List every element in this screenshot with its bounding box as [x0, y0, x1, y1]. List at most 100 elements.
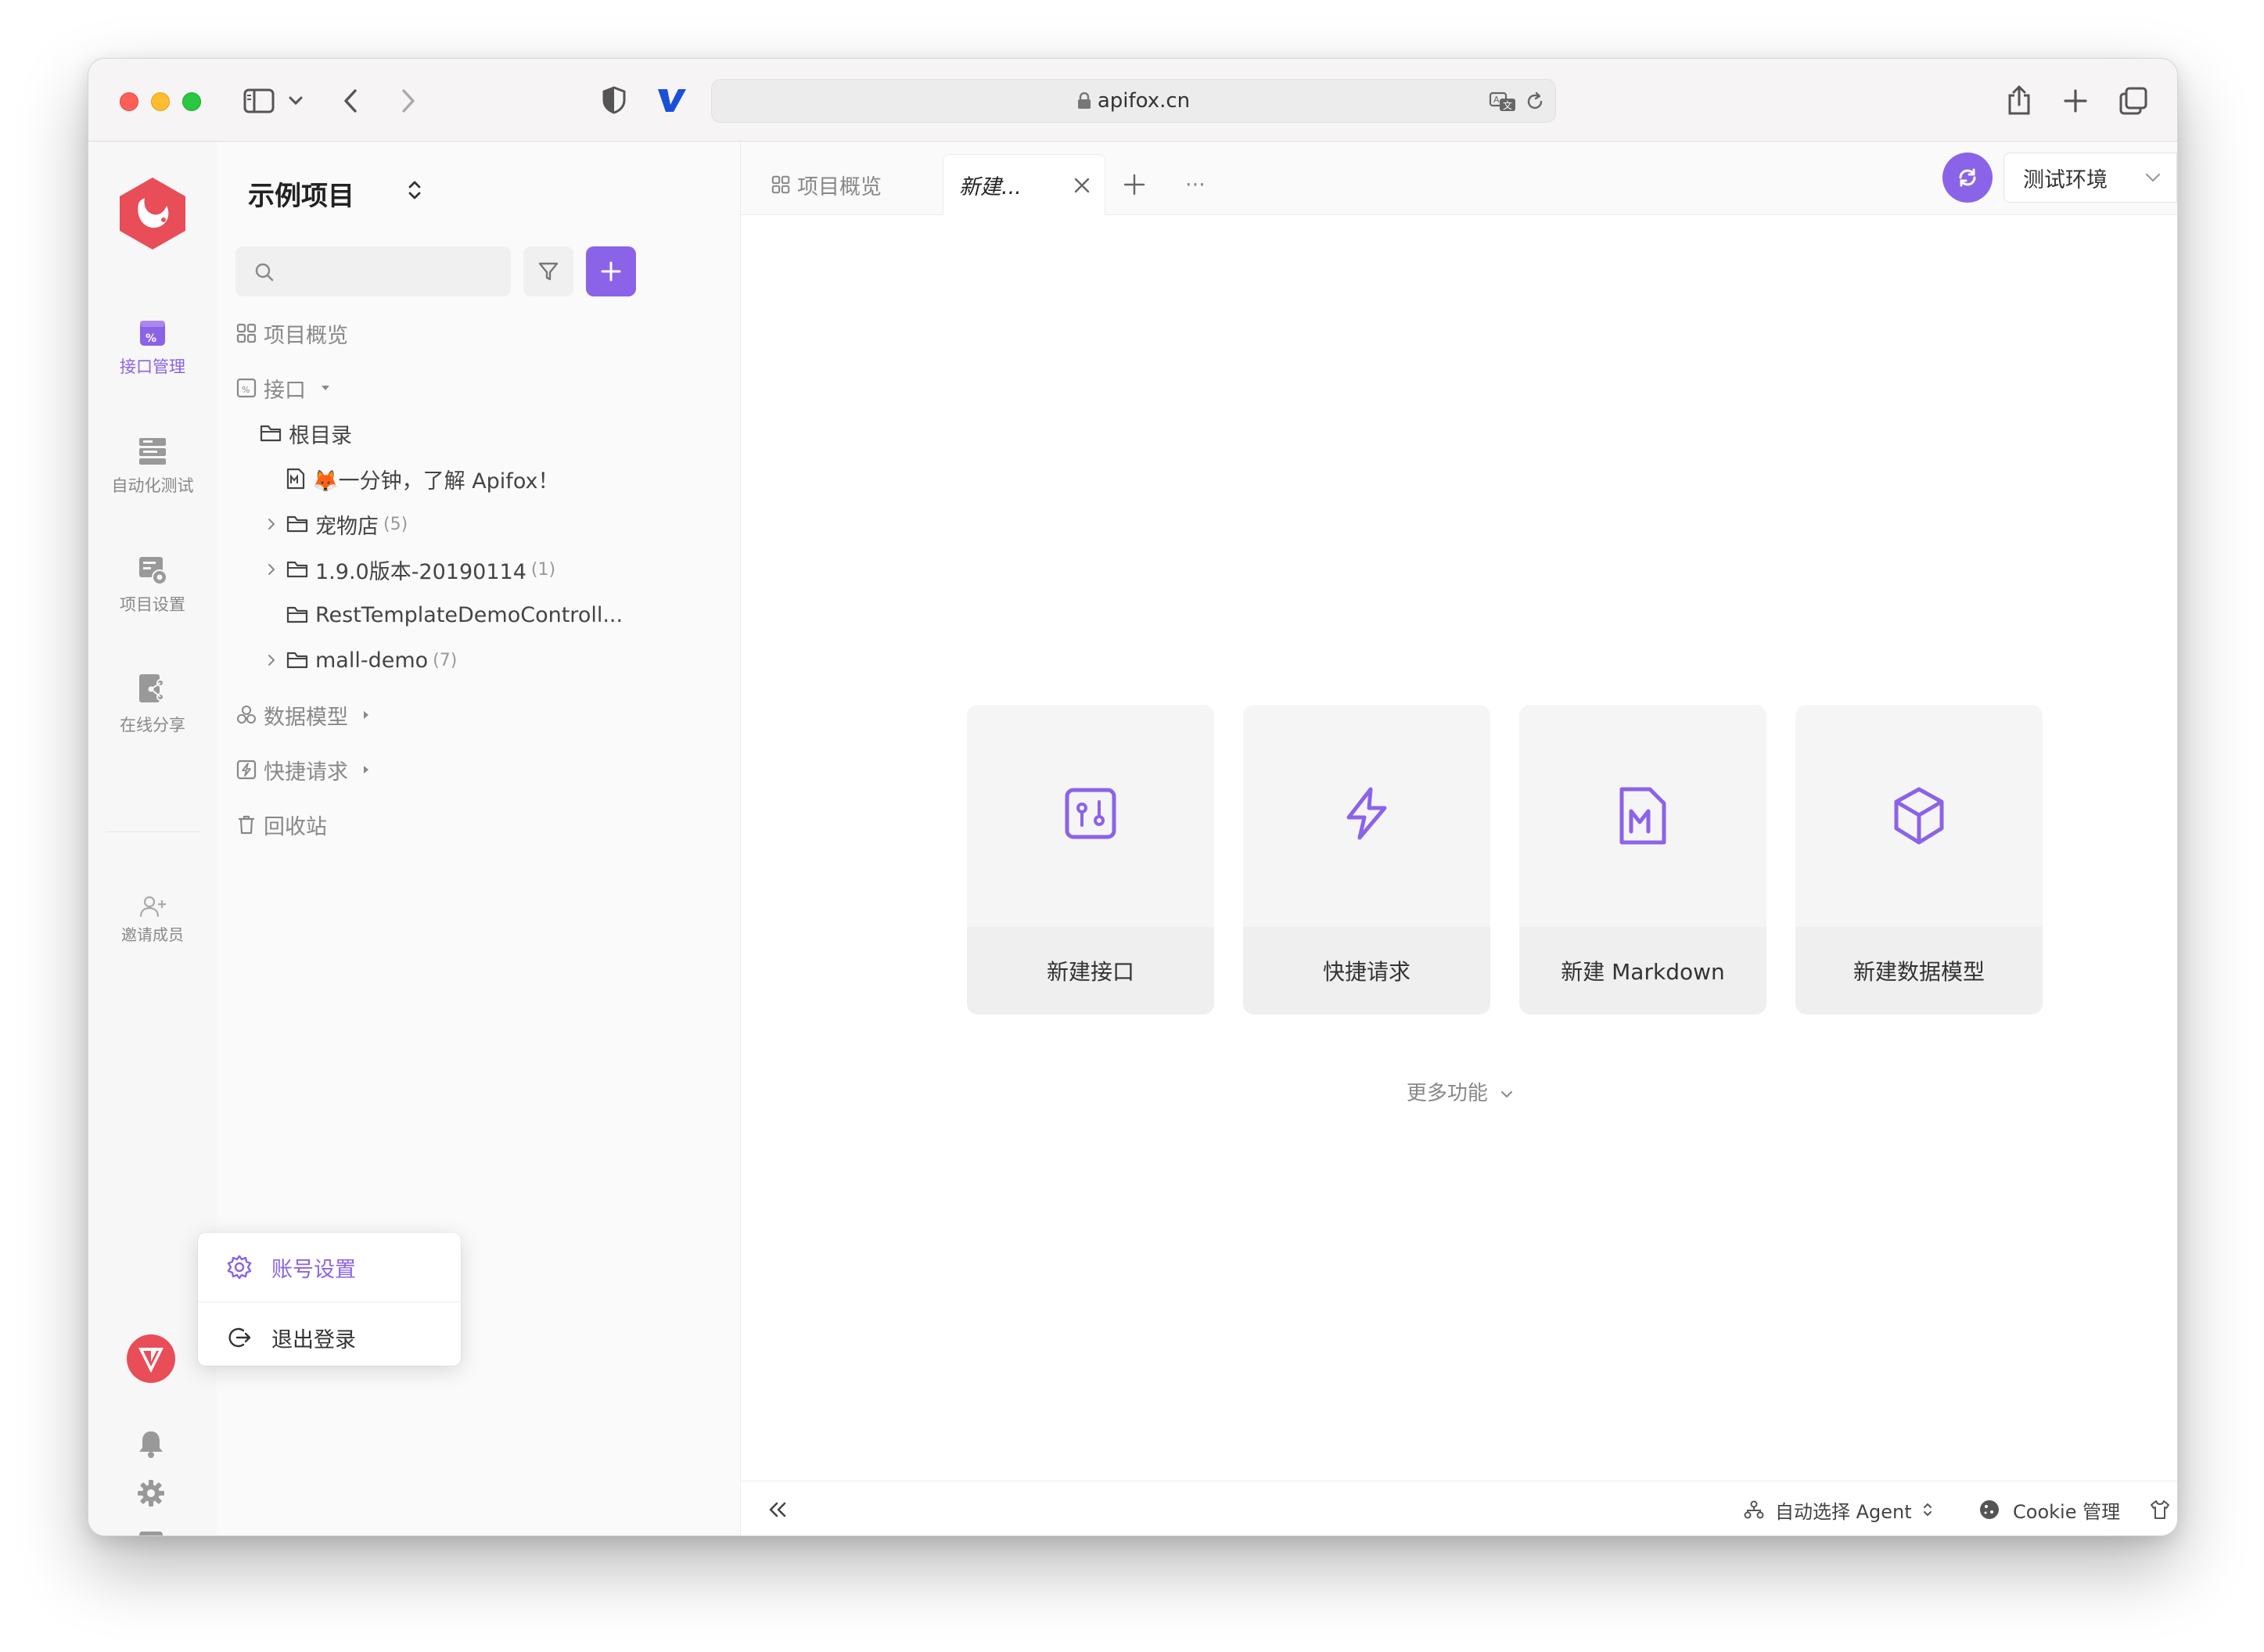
rail-item-project-settings[interactable]: 项目设置 — [88, 555, 217, 616]
quick-request-card[interactable]: 快捷请求 — [1243, 705, 1490, 1015]
account-menu: 账号设置 退出登录 — [198, 1233, 461, 1366]
chevron-down-icon — [2145, 173, 2161, 182]
close-window-button[interactable] — [120, 92, 138, 111]
markdown-doc-icon — [286, 468, 305, 490]
api-icon: % — [88, 318, 217, 348]
tab-bar: 项目概览 新建... ··· 测试环境 — [741, 142, 2178, 215]
add-tab-button[interactable] — [1123, 154, 1154, 215]
more-features-button[interactable]: 更多功能 — [741, 1077, 2177, 1106]
browser-toolbar: apifox.cn 文A — [88, 59, 2177, 142]
environment-select[interactable]: 测试环境 — [2003, 153, 2177, 203]
svg-text:文: 文 — [1503, 99, 1512, 111]
sidebar-toggle-icon[interactable] — [242, 85, 276, 117]
card-label: 新建数据模型 — [1795, 927, 2043, 1015]
close-icon[interactable] — [1073, 177, 1091, 194]
browser-window: apifox.cn 文A % 接口管理 自动化测试 项目设置 在线分享 邀请成员… — [88, 58, 2178, 1536]
tab-new[interactable]: 新建... — [943, 154, 1105, 215]
tree-item-overview[interactable]: 项目概览 — [235, 314, 348, 353]
more-tabs-button[interactable]: ··· — [1185, 154, 1216, 215]
filter-button[interactable] — [523, 246, 573, 296]
share-browser-icon[interactable] — [2003, 82, 2035, 118]
chevron-down-icon — [1501, 1091, 1513, 1098]
project-settings-icon — [88, 555, 217, 586]
chevron-up-down-icon[interactable] — [408, 179, 422, 204]
zoom-window-button[interactable] — [182, 92, 201, 111]
agent-select[interactable]: 自动选择 Agent — [1744, 1481, 1932, 1535]
new-api-card[interactable]: 新建接口 — [967, 705, 1214, 1015]
grid-icon — [236, 323, 257, 343]
invite-member-button[interactable]: 邀请成员 — [88, 894, 217, 945]
lightning-icon — [1243, 786, 1490, 841]
caret-right-icon — [364, 766, 368, 774]
api-icon: % — [236, 378, 257, 398]
cookie-manager-button[interactable]: Cookie 管理 — [1978, 1481, 2120, 1535]
data-model-icon — [237, 706, 256, 724]
env-sync-button[interactable] — [1942, 153, 1993, 203]
logout-menu-item[interactable]: 退出登录 — [198, 1306, 461, 1369]
reload-icon[interactable] — [1522, 89, 1547, 114]
grid-icon — [771, 175, 790, 194]
lightning-icon — [236, 760, 257, 780]
caret-right-icon — [364, 711, 368, 719]
minimize-window-button[interactable] — [151, 92, 170, 111]
folder-icon — [286, 606, 308, 623]
new-tab-icon[interactable] — [2060, 85, 2091, 117]
tree-item-root[interactable]: 根目录 — [259, 414, 352, 453]
tree-item-folder[interactable]: 1.9.0版本-20190114 (1) — [265, 550, 555, 589]
rail-label: 接口管理 — [120, 357, 185, 376]
tree-item-quick-requests[interactable]: 快捷请求 — [235, 750, 370, 789]
rail-label: 项目设置 — [120, 595, 185, 614]
environment-menu-button[interactable] — [2177, 153, 2178, 203]
chevron-right-icon — [268, 564, 275, 575]
status-bar: 自动选择 Agent Cookie 管理 — [741, 1481, 2177, 1535]
card-label: 新建 Markdown — [1519, 927, 1766, 1015]
extension-v-icon[interactable] — [655, 84, 689, 117]
tree-item-folder[interactable]: 宠物店 (5) — [265, 505, 408, 544]
folder-icon — [286, 652, 308, 669]
translate-icon[interactable]: 文A — [1488, 89, 1518, 114]
tree-item-data-models[interactable]: 数据模型 — [235, 695, 370, 734]
project-switcher[interactable]: 示例项目 — [248, 174, 354, 213]
double-chevron-left-icon — [769, 1502, 786, 1517]
address-bar[interactable]: apifox.cn 文A — [711, 79, 1556, 123]
tree-item-interfaces[interactable]: % 接口 — [235, 368, 331, 408]
chevron-up-down-icon — [1923, 1503, 1932, 1517]
sync-icon — [1959, 168, 1976, 187]
rail-label: 自动化测试 — [111, 476, 194, 495]
tab-overview[interactable]: 项目概览 — [771, 154, 943, 215]
api-icon — [967, 786, 1214, 841]
download-icon[interactable] — [137, 1529, 165, 1535]
svg-text:A: A — [1493, 95, 1500, 105]
folder-icon — [286, 561, 308, 578]
bell-icon[interactable] — [137, 1429, 165, 1462]
shield-icon[interactable] — [600, 84, 628, 117]
tab-overview-icon[interactable] — [2116, 84, 2151, 118]
add-button[interactable] — [586, 246, 636, 296]
gear-icon — [227, 1255, 252, 1280]
cube-icon — [1795, 786, 2043, 846]
rail-item-api-management[interactable]: % 接口管理 — [88, 318, 217, 378]
account-settings-menu-item[interactable]: 账号设置 — [198, 1236, 461, 1298]
back-icon[interactable] — [339, 85, 362, 117]
rail-item-automation-test[interactable]: 自动化测试 — [88, 436, 217, 497]
apifox-logo — [115, 174, 190, 256]
tree-item-folder[interactable]: mall-demo (7) — [265, 641, 457, 680]
plus-icon — [1123, 174, 1145, 196]
url-text: apifox.cn — [1097, 89, 1191, 113]
share-icon — [88, 672, 217, 706]
avatar[interactable] — [126, 1334, 176, 1387]
cookie-icon — [1980, 1500, 1999, 1519]
tree-item-folder[interactable]: RestTemplateDemoControll... — [286, 595, 623, 634]
forward-icon[interactable] — [397, 85, 420, 117]
collapse-sidebar-button[interactable] — [767, 1481, 788, 1535]
network-icon — [1744, 1500, 1764, 1519]
tree-item-recycle-bin[interactable]: 回收站 — [235, 805, 327, 844]
gear-icon[interactable] — [137, 1479, 165, 1510]
search-input[interactable] — [235, 246, 511, 296]
new-data-model-card[interactable]: 新建数据模型 — [1795, 705, 2043, 1015]
rail-item-online-share[interactable]: 在线分享 — [88, 672, 217, 736]
shirt-icon[interactable] — [2149, 1481, 2171, 1535]
tree-item-intro-doc[interactable]: 🦊一分钟，了解 Apifox！ — [286, 459, 559, 498]
chevron-down-icon[interactable] — [287, 93, 304, 109]
new-markdown-card[interactable]: 新建 Markdown — [1519, 705, 1766, 1015]
